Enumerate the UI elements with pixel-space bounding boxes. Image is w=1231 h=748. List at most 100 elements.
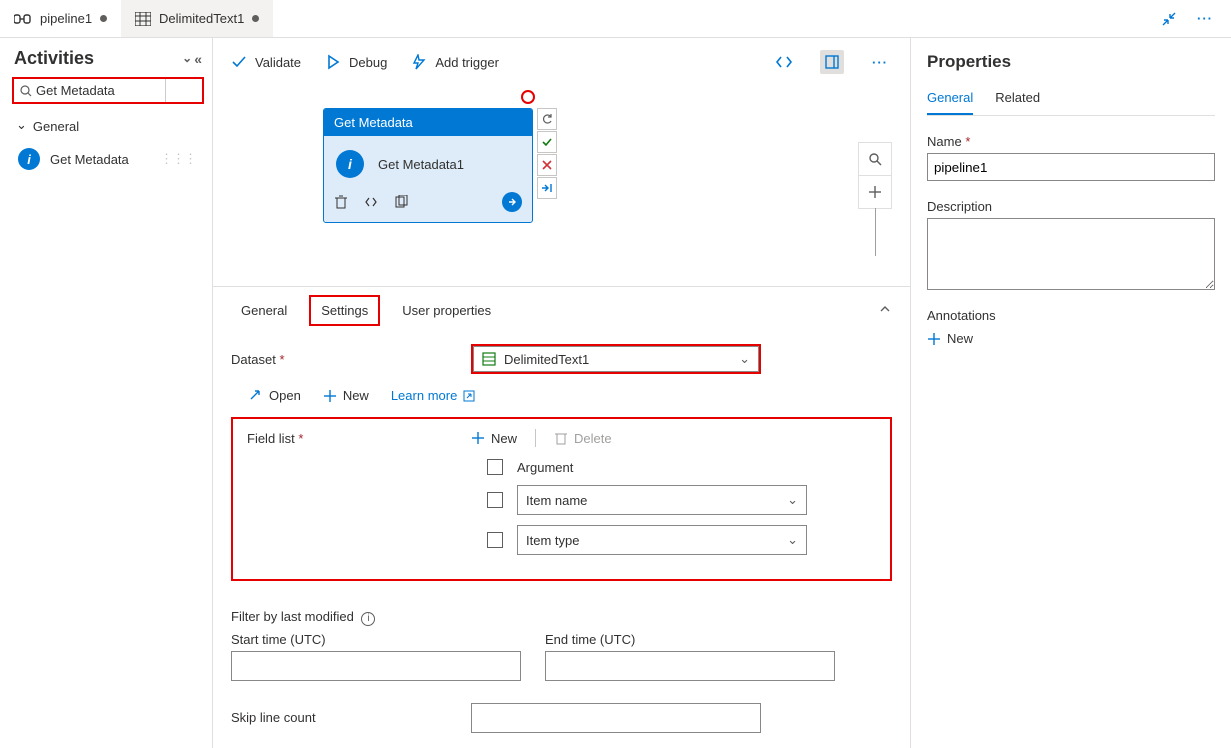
field-list-section: Field list * New Delete [231,417,892,581]
end-time-input[interactable] [545,651,835,681]
tab-pipeline1[interactable]: pipeline1 [0,0,121,37]
arg-row-checkbox[interactable] [487,492,503,508]
port-retry[interactable] [537,108,557,130]
properties-panel: Properties General Related Name * Descri… [911,38,1231,748]
category-general[interactable]: ⌄ General [8,112,206,140]
port-success[interactable] [537,131,557,153]
arrow-icon[interactable] [502,192,522,212]
name-label: Name [927,134,962,149]
filter-label: Filter by last modified [231,609,354,624]
fl-new-label: New [491,431,517,446]
dataset-label: Dataset [231,352,276,367]
description-input[interactable] [927,218,1215,290]
validate-button[interactable]: Validate [231,54,301,70]
annotations-label: Annotations [927,308,1215,323]
canvas-search-button[interactable] [858,142,892,176]
canvas-add-button[interactable] [858,175,892,209]
start-time-input[interactable] [231,651,521,681]
debug-label: Debug [349,55,387,70]
annotations-new-label: New [947,331,973,346]
tab-user-properties[interactable]: User properties [392,297,501,324]
collapse-sidebar-icon[interactable]: « [194,51,202,67]
code-icon[interactable] [364,195,378,209]
annotations-new-button[interactable]: New [927,331,1215,346]
activities-sidebar: Activities ⌄ « Get Metadata ⌄ General i … [0,38,213,748]
search-text: Get Metadata [36,83,115,98]
fieldlist-delete-button: Delete [554,431,612,446]
fl-delete-label: Delete [574,431,612,446]
learn-more-link[interactable]: Learn more [391,388,475,403]
port-skip[interactable] [537,177,557,199]
add-trigger-button[interactable]: Add trigger [411,54,499,70]
description-label: Description [927,199,1215,214]
argument-header: Argument [517,460,573,475]
tab-general[interactable]: General [231,297,297,324]
properties-title: Properties [927,52,1215,72]
pipeline-canvas[interactable]: Get Metadata i Get Metadata1 [323,86,910,286]
dataset-value: DelimitedText1 [504,352,589,367]
info-icon: i [336,150,364,178]
open-label: Open [269,388,301,403]
end-time-label: End time (UTC) [545,632,835,647]
breakpoint-marker[interactable] [521,90,535,104]
dataset-icon [482,352,496,366]
debug-button[interactable]: Debug [325,54,387,70]
grip-icon: ⋮⋮⋮ [160,151,196,167]
open-dataset-button[interactable]: Open [249,388,301,403]
expand-all-icon[interactable]: ⌄ [182,51,192,67]
properties-tab-general[interactable]: General [927,86,973,115]
chevron-down-icon: ⌄ [739,351,750,367]
more-menu[interactable]: ··· [1193,7,1217,31]
dataset-icon [135,12,151,26]
fieldlist-label: Field list [247,431,295,446]
skip-line-label: Skip line count [231,710,471,725]
dataset-dropdown[interactable]: DelimitedText1 ⌄ [471,344,761,374]
node-name: Get Metadata1 [378,157,464,172]
properties-tab-related[interactable]: Related [995,86,1040,115]
argument-dropdown-itemname[interactable]: Item name ⌄ [517,485,807,515]
copy-icon[interactable] [394,195,408,209]
arg-value: Item name [526,493,587,508]
tab-label: pipeline1 [40,11,92,26]
arg-row-checkbox[interactable] [487,532,503,548]
node-ports [537,108,557,199]
tab-label: DelimitedText1 [159,11,244,26]
toolbar-more[interactable]: ··· [868,50,892,74]
chevron-down-icon: ⌄ [787,532,798,548]
arg-value: Item type [526,533,579,548]
collapse-icon[interactable] [1157,7,1181,31]
activity-label: Get Metadata [50,152,129,167]
fieldlist-new-button[interactable]: New [471,431,517,446]
activities-search[interactable]: Get Metadata [12,77,204,104]
node-type: Get Metadata [324,109,532,136]
argument-dropdown-itemtype[interactable]: Item type ⌄ [517,525,807,555]
settings-tab-bar: General Settings User properties [213,286,910,332]
collapse-panel-icon[interactable] [878,302,892,319]
category-label: General [33,119,79,134]
activity-node-get-metadata[interactable]: Get Metadata i Get Metadata1 [323,108,533,223]
properties-toggle-icon[interactable] [820,50,844,74]
tab-settings[interactable]: Settings [309,295,380,326]
skip-line-input[interactable] [471,703,761,733]
info-icon: i [18,148,40,170]
port-fail[interactable] [537,154,557,176]
argument-header-checkbox[interactable] [487,459,503,475]
start-time-label: Start time (UTC) [231,632,521,647]
tab-delimitedtext1[interactable]: DelimitedText1 [121,0,273,37]
chevron-down-icon: ⌄ [787,492,798,508]
zoom-track[interactable] [875,208,876,256]
pipeline-toolbar: Validate Debug Add trigger ··· [213,38,910,86]
new-dataset-button[interactable]: New [323,388,369,403]
activity-get-metadata[interactable]: i Get Metadata ⋮⋮⋮ [12,142,202,176]
pipeline-name-input[interactable] [927,153,1215,181]
code-view-icon[interactable] [772,50,796,74]
new-label: New [343,388,369,403]
unsaved-dot [100,15,107,22]
pipeline-icon [14,12,32,26]
unsaved-dot [252,15,259,22]
learn-more-label: Learn more [391,388,457,403]
search-icon [20,85,32,97]
add-trigger-label: Add trigger [435,55,499,70]
delete-icon[interactable] [334,195,348,209]
help-icon[interactable]: i [361,612,375,626]
